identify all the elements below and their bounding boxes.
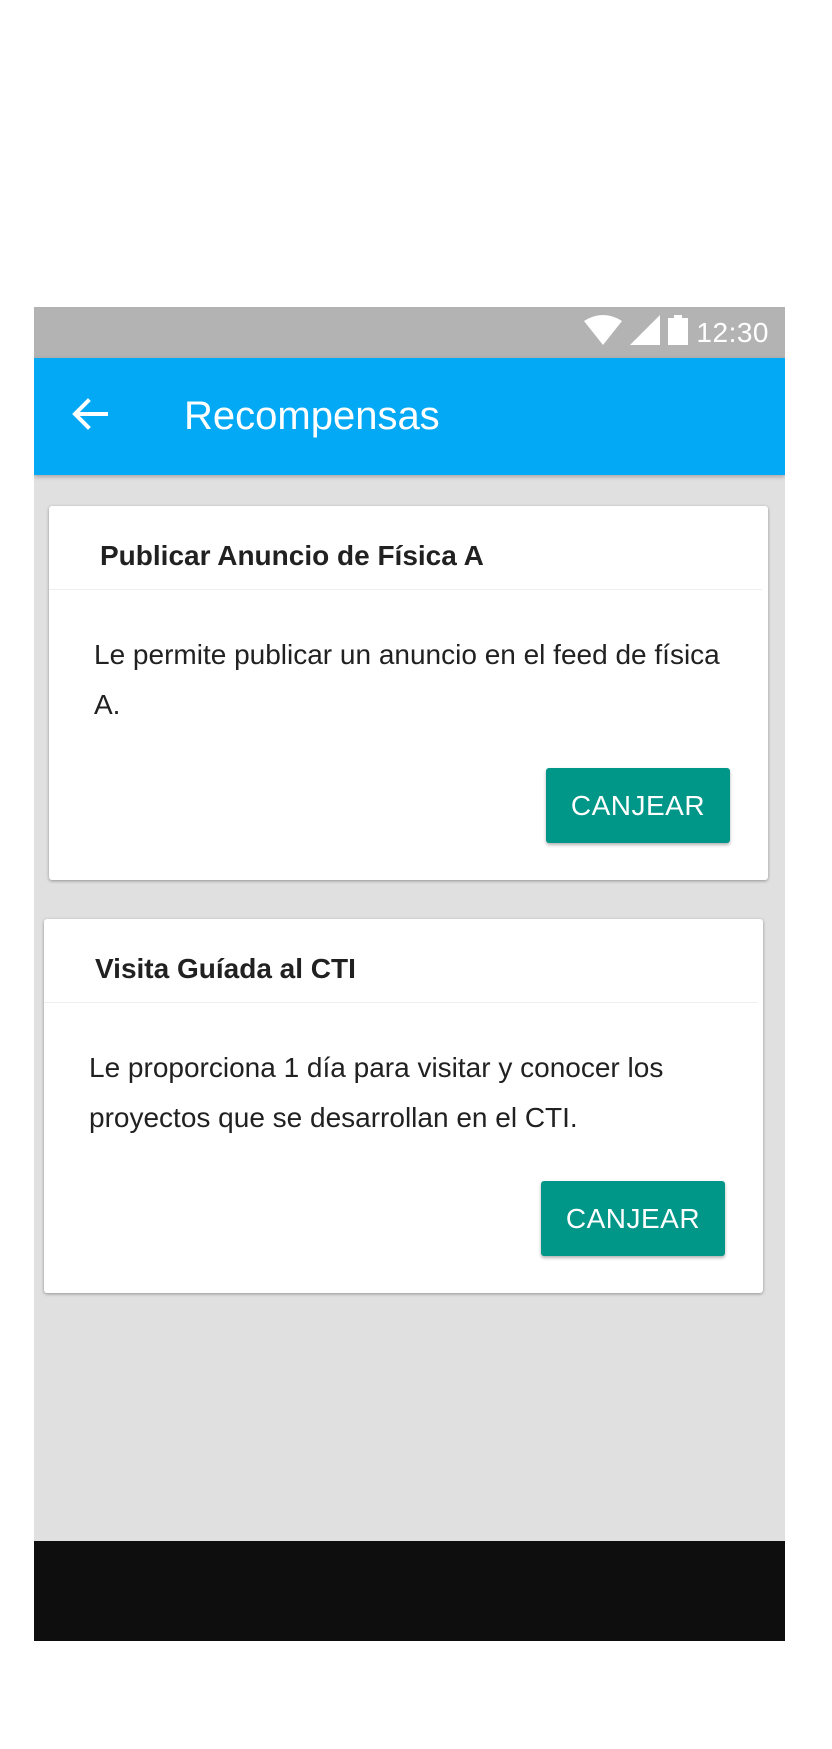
- signal-icon: [630, 315, 661, 350]
- card-actions: CANJEAR: [541, 1181, 725, 1256]
- reward-description: Le proporciona 1 día para visitar y cono…: [89, 1052, 664, 1133]
- card-actions: CANJEAR: [546, 768, 730, 843]
- back-button[interactable]: [63, 390, 117, 444]
- redeem-button[interactable]: CANJEAR: [541, 1181, 725, 1256]
- reward-description: Le permite publicar un anuncio en el fee…: [94, 639, 720, 720]
- arrow-back-icon: [72, 398, 108, 435]
- navigation-bar: [34, 1541, 785, 1641]
- status-bar: 12:30: [34, 307, 785, 358]
- reward-title: Visita Guíada al CTI: [44, 919, 757, 1003]
- page-title: Recompensas: [184, 394, 440, 438]
- wifi-icon: [584, 315, 623, 350]
- phone-screen: 12:30 Recompensas Publicar Anuncio de Fí…: [34, 307, 785, 1641]
- reward-card: Visita Guíada al CTI Le proporciona 1 dí…: [44, 919, 763, 1293]
- status-time: 12:30: [696, 316, 769, 348]
- redeem-button[interactable]: CANJEAR: [546, 768, 730, 843]
- reward-card: Publicar Anuncio de Física A Le permite …: [49, 506, 768, 880]
- reward-title: Publicar Anuncio de Física A: [49, 506, 762, 590]
- app-bar: Recompensas: [34, 358, 785, 475]
- battery-icon: [668, 315, 689, 350]
